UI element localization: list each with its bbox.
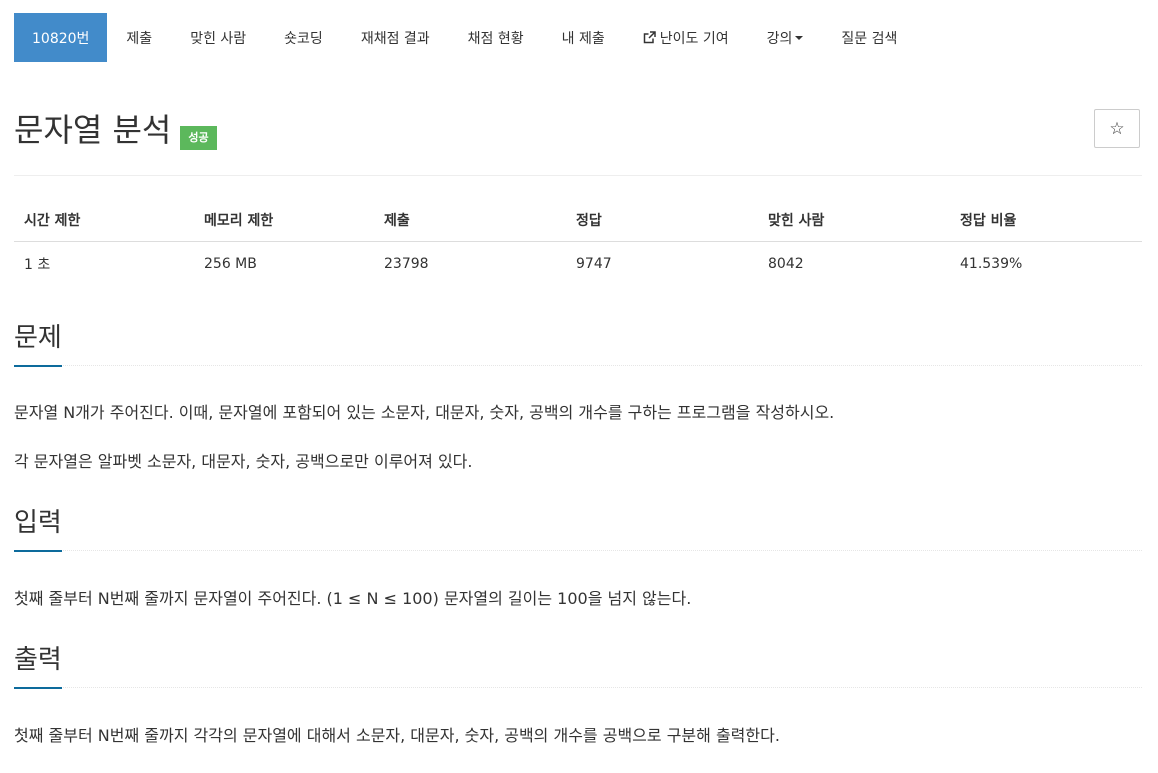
problem-page: 10820번 제출 맞힌 사람 숏코딩 재채점 결과 채점 현황 내 제출 난이… <box>0 0 1158 773</box>
section-heading-output: 출력 <box>14 645 62 675</box>
tab-submit[interactable]: 제출 <box>107 13 171 62</box>
page-title: 문자열 분석 <box>14 111 172 149</box>
table-header-row: 시간 제한 메모리 제한 제출 정답 맞힌 사람 정답 비율 <box>14 198 1142 242</box>
favorite-star-button[interactable]: ☆ <box>1094 109 1140 148</box>
memory-limit-value: 256 MB <box>204 255 257 272</box>
accepted-value: 9747 <box>576 255 612 272</box>
submissions-value: 23798 <box>384 255 429 272</box>
description-paragraph-1: 문자열 N개가 주어진다. 이때, 문자열에 포함되어 있는 소문자, 대문자,… <box>14 403 835 422</box>
star-icon: ☆ <box>1109 118 1125 139</box>
solved-users-value: 8042 <box>768 255 804 272</box>
section-divider <box>14 365 1142 367</box>
tab-my-submissions[interactable]: 내 제출 <box>543 13 624 62</box>
problem-title-row: 문자열 분석 성공 <box>14 110 217 150</box>
tab-difficulty-contribution-label: 난이도 기여 <box>659 30 729 47</box>
section-heading-underline <box>14 365 62 367</box>
tab-problem-number[interactable]: 10820번 <box>14 13 108 62</box>
tab-lectures-label: 강의 <box>766 30 793 47</box>
description-paragraph-2: 각 문자열은 알파벳 소문자, 대문자, 숫자, 공백으로만 이루어져 있다. <box>14 452 473 471</box>
tab-short-coding[interactable]: 숏코딩 <box>265 13 342 62</box>
problem-menu: 10820번 제출 맞힌 사람 숏코딩 재채점 결과 채점 현황 내 제출 난이… <box>14 13 916 62</box>
header-submissions: 제출 <box>374 198 566 242</box>
tab-solved-users[interactable]: 맞힌 사람 <box>171 13 265 62</box>
section-heading-input: 입력 <box>14 508 62 538</box>
tab-question-search[interactable]: 질문 검색 <box>822 13 916 62</box>
caret-down-icon <box>795 35 804 40</box>
tab-rejudge-results[interactable]: 재채점 결과 <box>342 13 449 62</box>
problem-info-table: 시간 제한 메모리 제한 제출 정답 맞힌 사람 정답 비율 1 초 256 M… <box>14 198 1142 285</box>
status-badge: 성공 <box>180 126 217 150</box>
section-heading-description: 문제 <box>14 323 62 353</box>
header-time-limit: 시간 제한 <box>14 198 194 242</box>
header-solved-users: 맞힌 사람 <box>758 198 950 242</box>
header-accepted: 정답 <box>566 198 758 242</box>
tab-difficulty-contribution[interactable]: 난이도 기여 <box>624 13 748 62</box>
section-heading-underline <box>14 550 62 552</box>
input-paragraph: 첫째 줄부터 N번째 줄까지 문자열이 주어진다. (1 ≤ N ≤ 100) … <box>14 589 692 608</box>
header-memory-limit: 메모리 제한 <box>194 198 374 242</box>
output-paragraph: 첫째 줄부터 N번째 줄까지 각각의 문자열에 대해서 소문자, 대문자, 숫자… <box>14 726 780 745</box>
section-heading-underline <box>14 687 62 689</box>
section-divider <box>14 687 1142 689</box>
section-divider <box>14 550 1142 552</box>
title-divider <box>14 175 1142 176</box>
tab-lectures-dropdown[interactable]: 강의 <box>748 13 823 62</box>
external-link-icon <box>643 31 656 44</box>
tab-judge-status[interactable]: 채점 현황 <box>449 13 543 62</box>
table-row: 1 초 256 MB 23798 9747 8042 41.539% <box>14 242 1142 286</box>
accept-ratio-value: 41.539% <box>960 255 1023 272</box>
time-limit-value: 1 초 <box>24 256 51 273</box>
header-accept-ratio: 정답 비율 <box>950 198 1142 242</box>
